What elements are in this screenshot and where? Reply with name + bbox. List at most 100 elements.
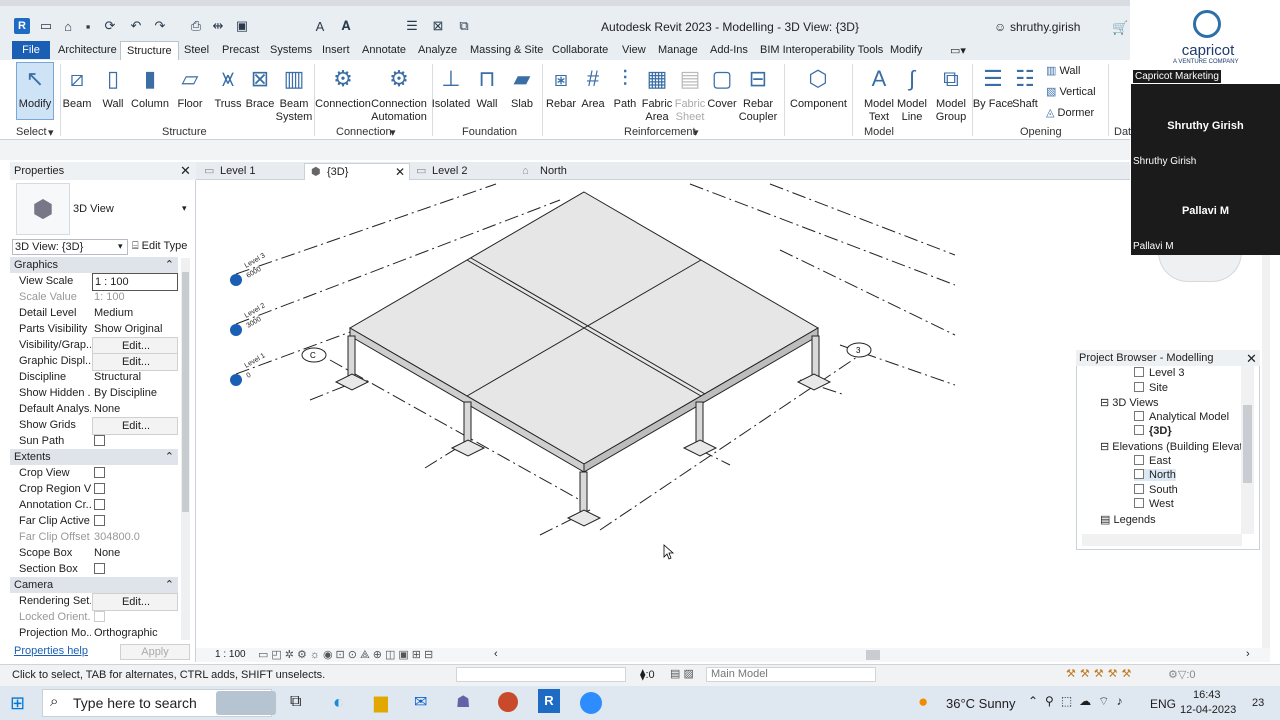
tab-file[interactable]: File [12,41,50,59]
revit-taskbar-icon[interactable]: R [538,689,560,713]
tree-item-analytical-model[interactable]: Analytical Model [1134,411,1229,423]
tab-manage[interactable]: Manage [658,44,698,56]
scroll-right-icon[interactable]: › [1246,648,1250,660]
property-row[interactable]: Projection Mo... Orthographic [14,625,178,641]
property-row[interactable]: View Scale 1 : 100 [14,273,178,291]
connection-automation-button[interactable]: ⚙ Connection Automation [370,64,428,124]
project-browser-hscrollbar[interactable] [1082,534,1242,546]
property-row[interactable]: Graphic Displ... Edit... [14,353,178,371]
close-tab-icon[interactable]: ✕ [395,164,405,181]
contextual-tab-toggle-icon[interactable]: ▭▾ [950,44,966,57]
weather-text[interactable]: 36°C Sunny [946,696,1016,711]
cart-icon[interactable]: 🛒 [1112,20,1128,36]
filter-count[interactable]: ⚙▽:0 [1168,668,1196,681]
connection-button[interactable]: ⚙ Connection [315,64,371,111]
tab-architecture[interactable]: Architecture [58,44,117,56]
component-button[interactable]: ⬡ Component [790,64,847,111]
property-value[interactable]: 304800.0 [92,529,178,545]
clock-date[interactable]: 12-04-2023 [1180,704,1236,716]
connection-dropdown-icon[interactable]: ▾ [390,126,396,139]
property-value[interactable]: None [92,401,178,417]
close-icon[interactable]: ✕ [1246,351,1257,367]
tab-structure[interactable]: Structure [120,41,179,60]
align-icon[interactable]: ▣ [234,18,250,34]
property-row[interactable]: Annotation Cr... [14,497,178,513]
sync-icon[interactable]: ⟳ [102,18,118,34]
tab-collaborate[interactable]: Collaborate [552,44,608,56]
clock-time[interactable]: 16:43 [1193,689,1221,701]
tab-3d[interactable]: ⬢ {3D} ✕ [304,163,410,180]
type-dropdown-icon[interactable]: ▾ [182,203,187,214]
tree-item-3d-views[interactable]: ⊟ 3D Views [1100,396,1159,409]
property-checkbox[interactable] [94,435,105,446]
property-row[interactable]: Sun Path [14,433,178,449]
instance-selector[interactable]: 3D View: {3D} [12,239,128,255]
properties-help-link[interactable]: Properties help [14,645,88,657]
user-icon[interactable]: ☺ [994,20,1006,34]
property-row[interactable]: Far Clip Offset 304800.0 [14,529,178,545]
property-row[interactable]: Show Grids Edit... [14,417,178,435]
tab-massing-site[interactable]: Massing & Site [470,44,543,56]
view-scale[interactable]: 1 : 100 [215,649,246,660]
tree-item-legends[interactable]: ▤ Legends [1100,513,1156,526]
property-row[interactable]: Discipline Structural [14,369,178,385]
tree-item-west[interactable]: West [1134,498,1174,510]
switch-windows-icon[interactable]: ⧉ [456,18,472,34]
property-row[interactable]: Show Hidden ... By Discipline [14,385,178,401]
notification-badge[interactable]: 23 [1252,697,1264,709]
edit-type-button[interactable]: ⌸ Edit Type [132,240,187,253]
open-icon[interactable]: ▭ [38,18,54,34]
model-group-button[interactable]: ⧉ Model Group [927,64,975,124]
property-checkbox[interactable] [94,499,105,510]
beam-system-button[interactable]: ▥ Beam System [270,64,318,124]
revit-app-icon[interactable]: R [14,18,30,34]
language-indicator[interactable]: ENG [1150,697,1176,711]
section-extents[interactable]: Extents ⌃ [10,449,178,465]
property-checkbox[interactable] [94,563,105,574]
view-control-icons[interactable]: ▭◰✲⚙☼◉⊡⊙⟁⊕◫▣⊞⊟ [258,648,436,662]
property-row[interactable]: Section Box [14,561,178,577]
structural-frame[interactable] [334,191,832,527]
property-row[interactable]: Parts Visibility Show Original [14,321,178,337]
close-hidden-icon[interactable]: ⊠ [430,18,446,34]
tree-item-elevations[interactable]: ⊟ Elevations (Building Elevati [1100,440,1245,453]
section-graphics[interactable]: Graphics ⌃ [10,257,178,273]
save-icon[interactable]: ▪ [80,18,96,34]
user-name[interactable]: shruthy.girish [1010,20,1080,34]
property-value[interactable]: Show Original [92,321,178,337]
rebar-coupler-button[interactable]: ⊟ Rebar Coupler [734,64,782,124]
property-row[interactable]: Locked Orient... [14,609,178,625]
measure-icon[interactable]: ⇹ [210,18,226,34]
print-icon[interactable]: ⎙ [188,18,204,34]
undo-icon[interactable]: ↶ [128,18,144,34]
text-icon[interactable]: A [312,18,328,34]
file-explorer-icon[interactable]: ▆ [374,692,388,713]
redo-icon[interactable]: ↷ [152,18,168,34]
property-row[interactable]: Crop Region V... [14,481,178,497]
property-value[interactable]: Medium [92,305,178,321]
properties-scroll-thumb[interactable] [182,272,189,512]
system-tray-icons[interactable]: ⌃⚲⬚☁⌔♪ [1028,694,1129,709]
connection-panel-label[interactable]: Connection [336,126,392,138]
canvas-hscroll-thumb[interactable] [866,650,880,660]
tab-add-ins[interactable]: Add-Ins [710,44,748,56]
chevron-down-icon[interactable]: ▾ [118,241,123,252]
property-value[interactable]: 1: 100 [92,289,178,305]
select-dropdown-icon[interactable]: ▾ [48,126,54,139]
tree-item-south[interactable]: South [1134,484,1178,496]
property-row[interactable]: Visibility/Grap... Edit... [14,337,178,355]
tree-item-site[interactable]: Site [1134,382,1168,394]
edge-icon[interactable]: ◐ [333,692,344,713]
tree-item-east[interactable]: East [1134,455,1171,467]
type-name[interactable]: 3D View [73,203,114,215]
property-row[interactable]: Scope Box None [14,545,178,561]
tree-item-3d[interactable]: {3D} [1134,425,1172,437]
property-row[interactable]: Rendering Set... Edit... [14,593,178,611]
weather-icon[interactable]: ● [918,692,928,712]
property-row[interactable]: Scale Value 1: 100 [14,289,178,305]
project-browser-scroll-thumb[interactable] [1243,405,1252,483]
tab-level-1[interactable]: ▭ Level 1 [202,163,298,180]
tab-steel[interactable]: Steel [184,44,209,56]
property-checkbox[interactable] [94,467,105,478]
tab-north[interactable]: ⌂ North [520,163,616,180]
